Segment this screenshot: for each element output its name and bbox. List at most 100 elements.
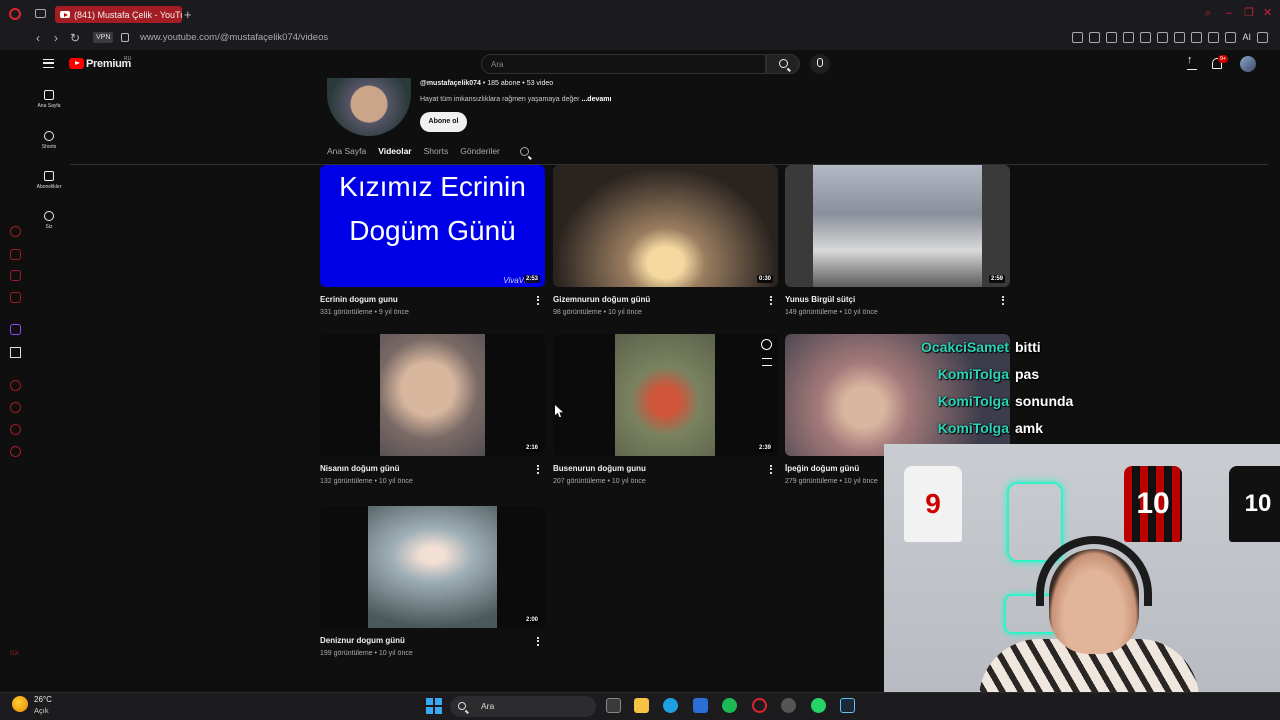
music-icon[interactable] bbox=[10, 292, 21, 303]
video-thumbnail[interactable]: 2:00 bbox=[320, 506, 545, 628]
gx-icon[interactable]: GX bbox=[10, 651, 21, 662]
share-icon[interactable] bbox=[1140, 32, 1152, 43]
create-icon[interactable] bbox=[1187, 54, 1197, 70]
whatsapp-icon[interactable] bbox=[811, 698, 826, 713]
steam-icon[interactable] bbox=[840, 698, 855, 713]
channel-avatar[interactable] bbox=[327, 78, 411, 136]
zoom-icon[interactable] bbox=[1072, 32, 1084, 43]
player-sidebar-icon[interactable] bbox=[10, 380, 21, 391]
video-thumbnail[interactable]: 2:39 bbox=[553, 334, 778, 456]
guide-item-subscriptions[interactable]: Abonelikler bbox=[34, 171, 64, 190]
video-thumbnail[interactable]: Kızımız Ecrinin Dogüm Günü VivaVideo 2:5… bbox=[320, 165, 545, 287]
video-card[interactable]: 2:59 Yunus Birgül sütçi 149 görüntüleme … bbox=[785, 165, 1010, 316]
guide-menu-icon[interactable] bbox=[43, 59, 54, 68]
edge-icon[interactable] bbox=[663, 698, 678, 713]
more-options-icon[interactable] bbox=[537, 637, 539, 646]
weather-icon[interactable] bbox=[12, 696, 28, 712]
guide-item-you[interactable]: Siz bbox=[34, 211, 64, 230]
watch-later-icon[interactable] bbox=[761, 339, 772, 350]
messenger-icon[interactable] bbox=[10, 270, 21, 281]
voice-search-button[interactable] bbox=[810, 54, 830, 74]
add-to-queue-icon[interactable] bbox=[762, 358, 772, 366]
video-title[interactable]: Yunus Birgül sütçi bbox=[785, 295, 1010, 304]
extensions-icon[interactable] bbox=[1191, 32, 1203, 43]
more-options-icon[interactable] bbox=[770, 465, 772, 474]
back-button[interactable]: ‹ bbox=[36, 31, 40, 45]
windows-start-icon[interactable] bbox=[426, 698, 442, 714]
aria-ai-button[interactable]: AI bbox=[1242, 32, 1251, 43]
more-options-icon[interactable] bbox=[770, 296, 772, 305]
history-icon[interactable] bbox=[10, 402, 21, 413]
guide-item-home[interactable]: Ana Sayfa bbox=[34, 90, 64, 109]
more-link[interactable]: ...devamı bbox=[581, 96, 611, 103]
video-card[interactable]: 0:30 Gizemnurun doğum günü 98 görüntülem… bbox=[553, 165, 778, 316]
video-thumbnail[interactable]: 2:16 bbox=[320, 334, 545, 456]
more-options-icon[interactable] bbox=[537, 465, 539, 474]
heart-icon[interactable] bbox=[1174, 32, 1186, 43]
tab-shorts[interactable]: Shorts bbox=[424, 146, 449, 156]
lock-icon[interactable] bbox=[121, 33, 129, 42]
more-options-icon[interactable] bbox=[537, 296, 539, 305]
vpn-badge[interactable]: VPN bbox=[93, 32, 114, 43]
opera-gx-icon[interactable] bbox=[752, 698, 767, 713]
more-options-icon[interactable] bbox=[1002, 296, 1004, 305]
windows-taskbar: 26°C Açık Ara bbox=[0, 692, 1280, 720]
menu-icon[interactable] bbox=[1257, 32, 1268, 43]
thumbnail-text: Dogüm Günü bbox=[349, 215, 516, 246]
video-title[interactable]: Gizemnurun doğum günü bbox=[553, 295, 778, 304]
close-window-button[interactable]: ✕ bbox=[1263, 8, 1273, 19]
channel-description[interactable]: Hayat tüm imkansızlıklara rağmen yaşamay… bbox=[420, 96, 611, 103]
workspaces-icon[interactable] bbox=[35, 9, 46, 18]
minimize-button[interactable]: – bbox=[1226, 8, 1236, 19]
file-explorer-icon[interactable] bbox=[634, 698, 649, 713]
video-thumbnail[interactable]: 0:30 bbox=[553, 165, 778, 287]
url-field[interactable]: www.youtube.com/@mustafaçelik074/videos bbox=[140, 32, 328, 43]
video-card-hovered[interactable]: 2:39 Busenurun doğum gunu 207 görüntülem… bbox=[553, 334, 778, 485]
maximize-button[interactable]: ❐ bbox=[1244, 8, 1254, 19]
aria-icon[interactable] bbox=[10, 226, 21, 237]
weather-description[interactable]: Açık bbox=[34, 706, 49, 715]
taskbar-search[interactable]: Ara bbox=[450, 696, 596, 717]
search-input[interactable]: Ara bbox=[481, 54, 766, 74]
pinboard-icon[interactable] bbox=[10, 424, 21, 435]
download-icon[interactable] bbox=[1225, 32, 1237, 43]
video-title[interactable]: Busenurun doğum gunu bbox=[553, 464, 778, 473]
snapshot-icon[interactable] bbox=[1106, 32, 1118, 43]
weather-temperature[interactable]: 26°C bbox=[34, 695, 52, 704]
video-title[interactable]: Deniznur dogum günü bbox=[320, 636, 545, 645]
forward-button[interactable]: › bbox=[54, 31, 58, 45]
tab-videos[interactable]: Videolar bbox=[378, 146, 411, 156]
task-view-icon[interactable] bbox=[606, 698, 621, 713]
opera-logo-icon[interactable] bbox=[9, 8, 21, 20]
video-title[interactable]: Ecrinin dogum gunu bbox=[320, 295, 545, 304]
spotify-icon[interactable] bbox=[722, 698, 737, 713]
reload-button[interactable]: ↻ bbox=[70, 31, 80, 45]
adblock-icon[interactable] bbox=[1123, 32, 1135, 43]
crypto-wallet-icon[interactable] bbox=[10, 249, 21, 260]
search-tabs-icon[interactable]: ⌕ bbox=[1205, 8, 1215, 19]
x-icon[interactable] bbox=[10, 347, 21, 358]
subscribe-button[interactable]: Abone ol bbox=[420, 112, 467, 132]
new-tab-button[interactable]: + bbox=[184, 7, 192, 22]
browser-tab-active[interactable]: (841) Mustafa Çelik - YouTube bbox=[55, 6, 182, 23]
video-card[interactable]: 2:16 Nisanın doğum günü 132 görüntüleme … bbox=[320, 334, 545, 485]
video-card[interactable]: Kızımız Ecrinin Dogüm Günü VivaVideo 2:5… bbox=[320, 165, 545, 316]
tab-posts[interactable]: Gönderiler bbox=[460, 146, 500, 156]
store-icon[interactable] bbox=[693, 698, 708, 713]
video-thumbnail[interactable]: 2:59 bbox=[785, 165, 1010, 287]
search-button[interactable] bbox=[766, 54, 800, 74]
jersey-black: 10 bbox=[1229, 466, 1280, 542]
account-avatar[interactable] bbox=[1240, 56, 1256, 72]
video-card[interactable]: 2:00 Deniznur dogum günü 199 görüntüleme… bbox=[320, 506, 545, 657]
app-icon[interactable] bbox=[781, 698, 796, 713]
channel-search-icon[interactable] bbox=[519, 147, 529, 156]
settings-icon[interactable] bbox=[10, 446, 21, 457]
wallet-icon[interactable] bbox=[1208, 32, 1220, 43]
youtube-logo-icon[interactable] bbox=[69, 58, 84, 69]
bookmark-icon[interactable] bbox=[1089, 32, 1101, 43]
guide-item-shorts[interactable]: Shorts bbox=[34, 131, 64, 150]
player-icon[interactable] bbox=[1157, 32, 1169, 43]
tab-home[interactable]: Ana Sayfa bbox=[327, 146, 366, 156]
video-title[interactable]: Nisanın doğum günü bbox=[320, 464, 545, 473]
twitch-icon[interactable] bbox=[10, 324, 21, 335]
